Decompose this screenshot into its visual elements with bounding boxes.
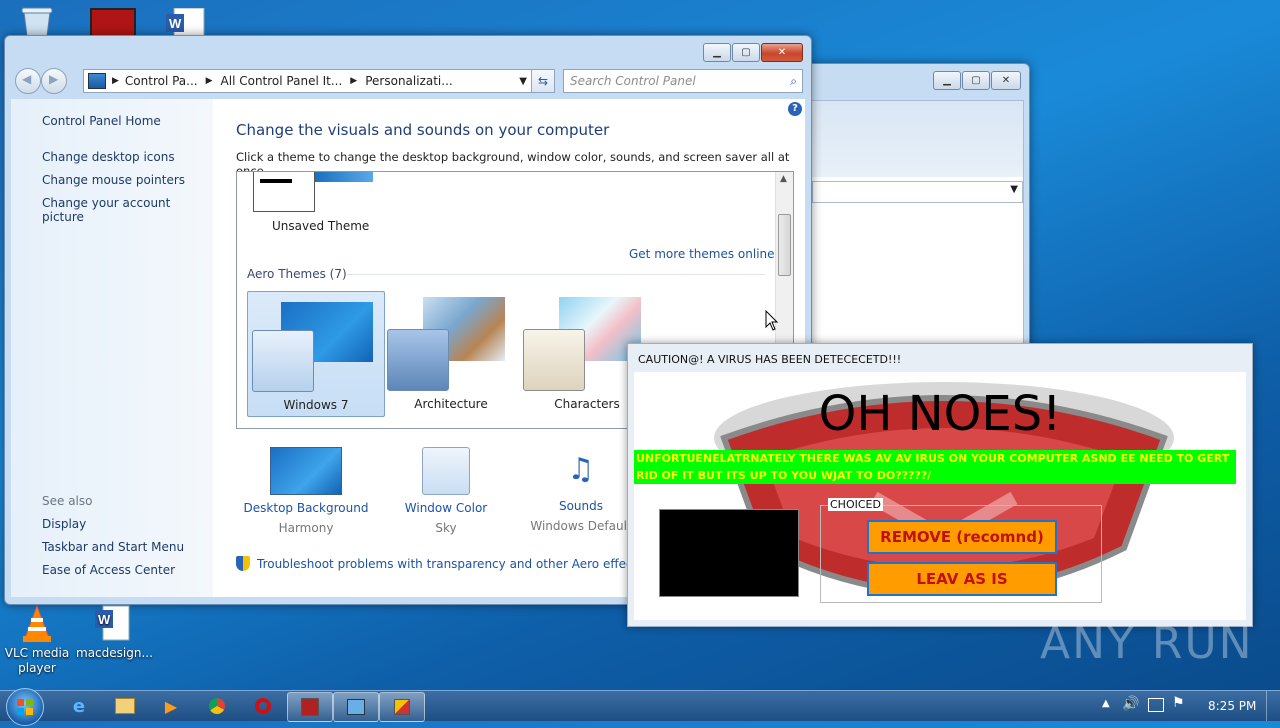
see-also-heading: See also — [42, 494, 93, 508]
clock[interactable]: 8:25 PM — [1208, 699, 1256, 713]
breadcrumb-sep-icon: ▶ — [112, 76, 119, 86]
maximize-button[interactable]: ▢ — [732, 43, 760, 62]
breadcrumb-item[interactable]: Personalizati... — [365, 74, 452, 88]
svg-text:W: W — [98, 612, 111, 627]
action-center-flag-icon[interactable]: ⚑ — [1172, 695, 1185, 711]
dialog-body: OH NOES! UNFORTUENELATRNATELY THERE WAS … — [634, 372, 1246, 620]
shield-icon — [236, 556, 250, 571]
show-desktop-button[interactable] — [1266, 691, 1280, 721]
black-image-box — [659, 509, 799, 597]
sidebar: Control Panel Home Change desktop icons … — [11, 99, 213, 597]
taskbar-virus-app-icon[interactable] — [379, 692, 425, 722]
recycle-bin-icon[interactable] — [18, 6, 56, 37]
scroll-up-icon[interactable]: ▲ — [780, 174, 787, 184]
theme-architecture[interactable]: Architecture — [383, 291, 519, 415]
get-more-themes-link[interactable]: Get more themes online — [629, 247, 775, 261]
sidebar-item-ease-of-access[interactable]: Ease of Access Center — [42, 563, 175, 577]
watermark: ANY RUN — [1040, 618, 1254, 669]
search-placeholder: Search Control Panel — [570, 74, 696, 88]
leave-as-is-button[interactable]: LEAV AS IS — [867, 562, 1057, 596]
word-doc-icon: W — [91, 604, 131, 644]
setting-value: Harmony — [278, 521, 334, 535]
unsaved-theme-thumb[interactable] — [253, 172, 373, 212]
sidebar-item-display[interactable]: Display — [42, 517, 86, 531]
background-window[interactable]: ▁ ▢ ✕ ▼ — [790, 63, 1030, 365]
window-color-thumb — [422, 447, 470, 495]
aero-themes-heading: Aero Themes (7) — [247, 267, 347, 281]
music-notes-icon: ♫ — [567, 452, 595, 487]
control-panel-icon — [88, 73, 106, 89]
setting-title[interactable]: Desktop Background — [236, 501, 376, 515]
breadcrumb-item[interactable]: Control Pa... — [125, 74, 198, 88]
taskbar-media-player-icon[interactable]: ▶ — [149, 692, 193, 720]
remove-button[interactable]: REMOVE (recomnd) — [867, 520, 1057, 554]
search-input[interactable]: Search Control Panel ⌕ — [563, 69, 803, 93]
sidebar-item-mouse-pointers[interactable]: Change mouse pointers — [42, 173, 185, 187]
breadcrumb-sep-icon: ▶ — [205, 76, 213, 86]
taskbar-chrome-icon[interactable] — [195, 692, 239, 720]
taskbar: e ▶ ▲ 🔊 ⚑ 8:25 PM — [0, 688, 1280, 726]
close-button[interactable]: ✕ — [761, 43, 803, 62]
network-icon[interactable] — [1148, 698, 1164, 712]
virus-dialog[interactable]: CAUTION@! A VIRUS HAS BEEN DETECECETD!!!… — [627, 343, 1253, 627]
troubleshoot-link[interactable]: Troubleshoot problems with transparency … — [257, 557, 644, 571]
icon-label: macdesign... — [76, 646, 153, 660]
sidebar-item-taskbar[interactable]: Taskbar and Start Menu — [42, 540, 184, 554]
mouse-cursor-icon — [765, 309, 779, 335]
page-title: Change the visuals and sounds on your co… — [236, 121, 610, 139]
search-icon[interactable]: ⌕ — [790, 74, 797, 89]
choice-group-label: CHOICED — [828, 498, 883, 511]
chevron-down-icon[interactable]: ▼ — [1010, 184, 1018, 195]
setting-value: Sky — [435, 521, 457, 535]
taskbar-opera-icon[interactable] — [241, 692, 285, 720]
taskbar-ie-icon[interactable]: e — [57, 692, 101, 720]
desktop-background-thumb — [270, 447, 342, 495]
sidebar-item-account-picture[interactable]: Change your account picture — [42, 196, 213, 224]
sidebar-item-home[interactable]: Control Panel Home — [42, 114, 161, 128]
svg-text:W: W — [169, 16, 182, 31]
desktop-icon-vlc[interactable]: VLC media player — [2, 604, 72, 676]
close-button[interactable]: ✕ — [991, 71, 1021, 90]
taskbar-explorer-icon[interactable] — [103, 692, 147, 720]
address-bar[interactable]: ▶ Control Pa... ▶ All Control Panel It..… — [83, 69, 532, 93]
window-color-button[interactable]: Window Color Sky — [376, 447, 516, 535]
breadcrumb-sep-icon: ▶ — [350, 76, 358, 86]
back-button[interactable]: ◀ — [15, 68, 41, 94]
taskbar-control-panel-icon[interactable] — [333, 692, 379, 722]
refresh-button[interactable]: ⇆ — [531, 69, 555, 93]
desktop-icon-doc[interactable]: W macdesign... — [76, 604, 153, 660]
theme-label: Windows 7 — [283, 398, 349, 412]
sidebar-item-desktop-icons[interactable]: Change desktop icons — [42, 150, 175, 164]
taskbar-app-icon[interactable] — [287, 692, 333, 722]
chevron-down-icon[interactable]: ▼ — [519, 76, 527, 87]
theme-label: Unsaved Theme — [272, 219, 370, 233]
volume-icon[interactable]: 🔊 — [1122, 696, 1139, 712]
desktop-background-button[interactable]: Desktop Background Harmony — [236, 447, 376, 535]
icon-label: VLC media player — [4, 646, 70, 675]
help-icon[interactable]: ? — [788, 102, 802, 116]
word-doc-icon[interactable]: W — [164, 7, 208, 39]
theme-label: Architecture — [414, 397, 488, 411]
forward-button[interactable]: ▶ — [41, 68, 67, 94]
maximize-button[interactable]: ▢ — [962, 71, 990, 90]
minimize-button[interactable]: ▁ — [703, 43, 731, 62]
virus-message: UNFORTUENELATRNATELY THERE WAS AV AV IRU… — [634, 450, 1236, 484]
theme-windows-7[interactable]: Windows 7 — [247, 291, 385, 417]
setting-title[interactable]: Window Color — [376, 501, 516, 515]
start-button[interactable] — [6, 688, 44, 726]
minimize-button[interactable]: ▁ — [933, 71, 961, 90]
dialog-title: CAUTION@! A VIRUS HAS BEEN DETECECETD!!! — [638, 353, 902, 366]
vlc-cone-icon — [17, 604, 57, 644]
show-hidden-icons[interactable]: ▲ — [1102, 698, 1110, 709]
headline: OH NOES! — [818, 386, 1062, 442]
scroll-thumb[interactable] — [778, 214, 791, 276]
breadcrumb-item[interactable]: All Control Panel It... — [221, 74, 343, 88]
